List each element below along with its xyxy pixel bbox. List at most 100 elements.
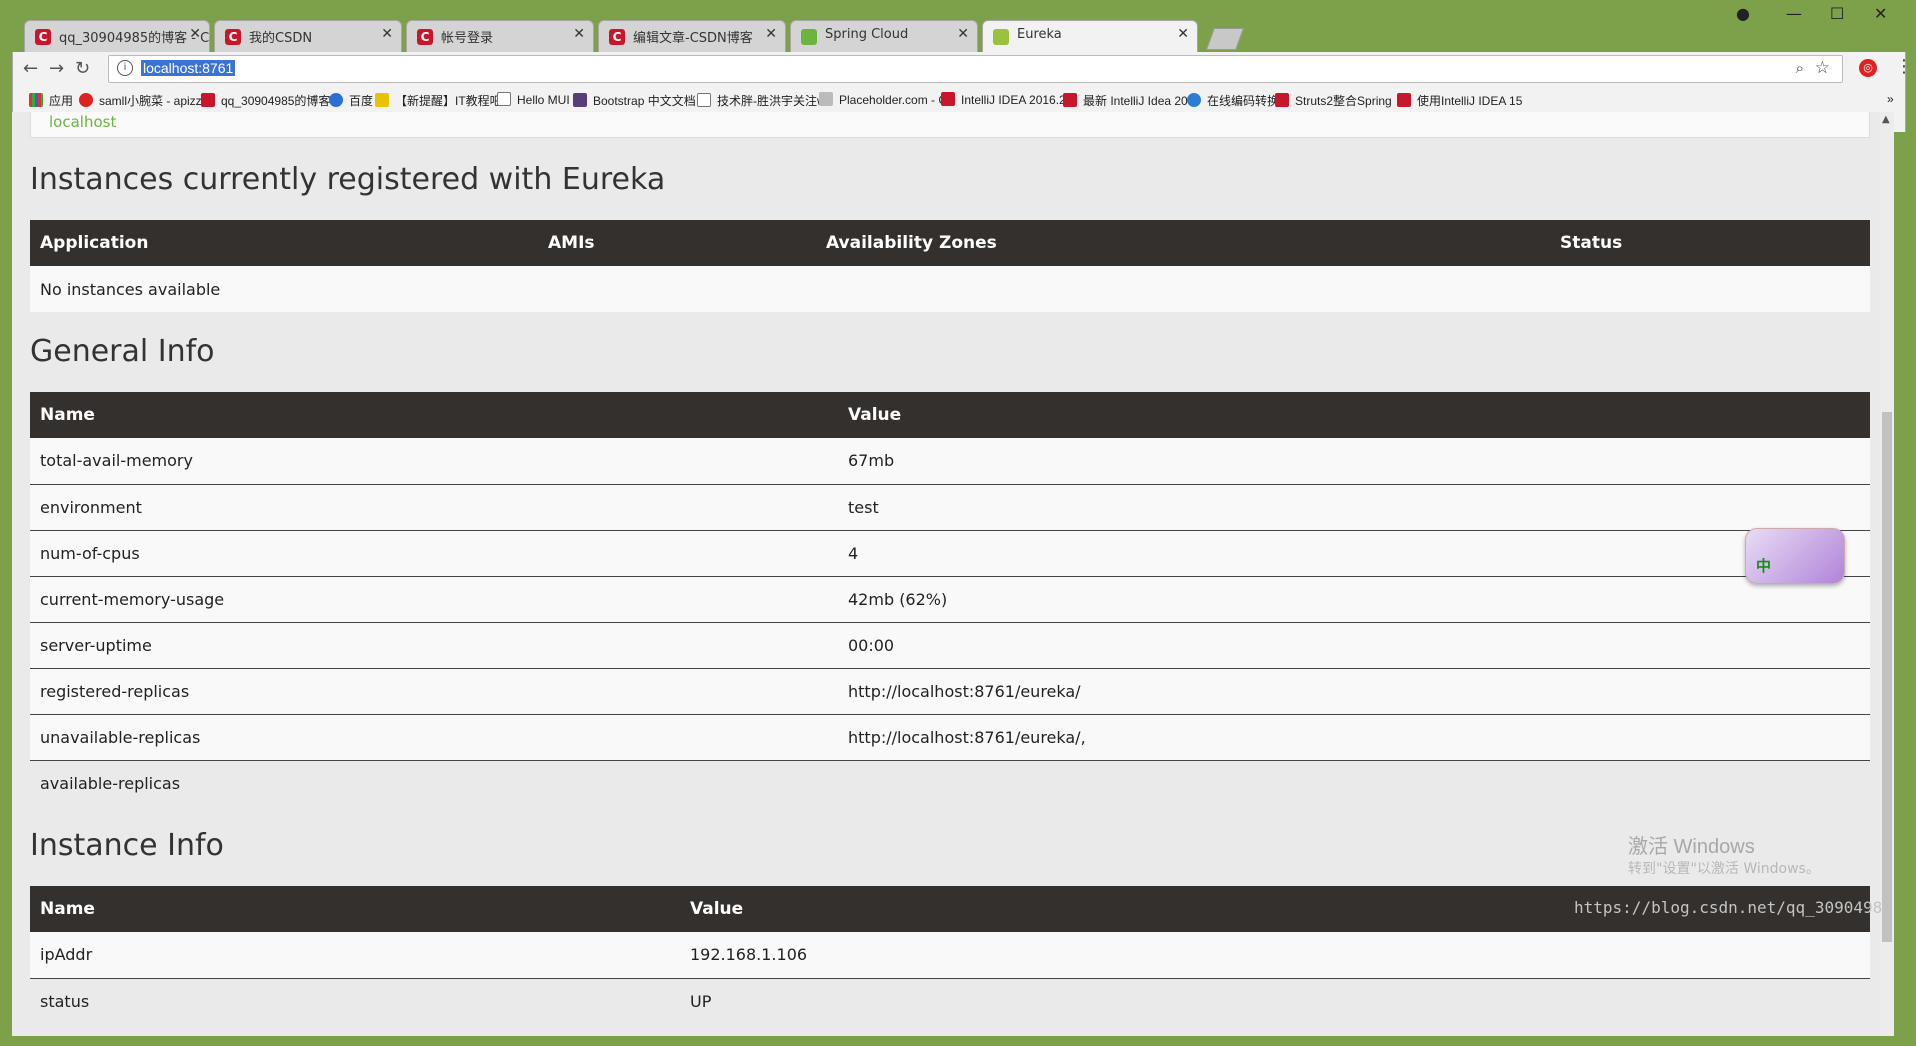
back-icon[interactable]: ← [23,58,38,79]
encoding-icon [1187,93,1201,107]
extension-icon[interactable]: ◎ [1859,59,1877,77]
csdn-icon [941,92,955,106]
table-row: ipAddr 192.168.1.106 [30,932,1870,979]
bookmark-item[interactable]: 百度 [329,92,373,109]
bookmark-item[interactable]: Struts2整合Spring [1275,92,1392,109]
bookmark-favicon-icon [79,93,93,107]
eureka-leaf-icon [993,29,1009,45]
apps-grid-icon [29,93,43,107]
bookmark-item[interactable]: Placeholder.com - C [819,92,947,107]
bookmark-item[interactable]: Hello MUI [497,92,570,107]
table-row: total-avail-memory 67mb [30,438,1870,485]
table-row: registered-replicas http://localhost:8761… [30,668,1870,715]
close-icon[interactable]: ✕ [957,26,969,42]
table-row: unavailable-replicas http://localhost:876… [30,714,1870,761]
close-window-icon[interactable]: ✕ [1874,4,1887,23]
bookmark-item[interactable]: Bootstrap 中文文档 [573,92,696,109]
tab-label: 帐号登录 [441,31,494,46]
close-icon[interactable]: ✕ [1177,26,1189,42]
close-icon[interactable]: ✕ [573,26,585,42]
column-header: Name [30,392,838,438]
close-icon[interactable]: ✕ [381,26,393,42]
csdn-icon [1063,93,1077,107]
csdn-icon: C [225,29,241,45]
forward-icon[interactable]: → [49,58,64,79]
tab-my-csdn[interactable]: C 我的CSDN ✕ [214,20,402,52]
scrollbar-thumb[interactable] [1882,412,1892,942]
tab-label: 编辑文章-CSDN博客 [633,31,753,46]
profile-icon[interactable]: ● [1736,4,1750,23]
bookmarks-overflow-icon[interactable]: » [1887,92,1894,106]
table-row: num-of-cpus 4 [30,530,1870,577]
page-icon [497,92,511,106]
it-icon [375,93,389,107]
minimize-icon[interactable]: — [1786,4,1802,23]
maximize-icon[interactable]: ☐ [1830,4,1844,23]
address-text[interactable]: localhost:8761 [141,60,236,76]
tab-label: qq_30904985的博客 - C [59,31,210,46]
host-label: localhost [49,113,117,131]
table-row: environment test [30,484,1870,531]
spring-icon [801,29,817,45]
tab-login[interactable]: C 帐号登录 ✕ [406,20,594,52]
bookmark-star-icon[interactable]: ☆ [1815,58,1830,78]
table-row: status UP [40,991,712,1011]
column-header: AMIs [538,220,816,266]
general-info-table: Name Value total-avail-memory 67mb enviro… [30,392,1870,806]
address-bar[interactable]: i localhost:8761 ⌕ ☆ [108,55,1843,83]
column-header: Status [1550,220,1870,266]
bookmarks-bar: 应用 samll小腕菜 - apizz qq_30904985的博客 百度 【新… [17,84,1897,114]
tab-qq-blog[interactable]: C qq_30904985的博客 - C ✕ [24,20,210,52]
close-icon[interactable]: ✕ [189,26,201,42]
browser-window: C qq_30904985的博客 - C ✕ C 我的CSDN ✕ C 帐号登录… [0,0,1916,1046]
tab-label: 我的CSDN [249,31,313,46]
csdn-icon: C [35,29,51,45]
tab-label: Spring Cloud [825,27,909,42]
bookmark-item[interactable]: 最新 IntelliJ Idea 20 [1063,92,1188,109]
csdn-icon [1275,93,1289,107]
table-row: current-memory-usage 42mb (62%) [30,576,1870,623]
tab-edit-article[interactable]: C 编辑文章-CSDN博客 ✕ [598,20,786,52]
instance-info-heading: Instance Info [30,828,224,863]
zoom-icon[interactable]: ⌕ [1796,59,1804,77]
tab-eureka[interactable]: Eureka ✕ [982,20,1198,52]
info-icon[interactable]: i [117,60,133,76]
new-tab-button[interactable] [1205,28,1245,50]
instances-heading: Instances currently registered with Eure… [30,162,666,197]
bookmark-item[interactable]: 技术胖-胜洪宇关注w [697,92,826,109]
csdn-icon [201,93,215,107]
bookmark-item[interactable]: samll小腕菜 - apizz [79,92,202,109]
baidu-paw-icon [329,93,343,107]
bootstrap-icon [573,93,587,107]
tab-strip: C qq_30904985的博客 - C ✕ C 我的CSDN ✕ C 帐号登录… [24,12,1644,52]
menu-icon[interactable]: ⋮ [1895,56,1913,77]
column-header: Availability Zones [816,220,1550,266]
ime-floating-widget[interactable]: 中 [1745,528,1845,584]
bookmark-apps[interactable]: 应用 [29,92,73,109]
page-icon [697,93,711,107]
general-info-heading: General Info [30,334,215,369]
csdn-icon [1397,93,1411,107]
column-header: Value [838,392,1870,438]
windows-activation-title: 激活 Windows [1628,836,1755,858]
placeholder-icon [819,92,833,106]
ime-label: 中 [1756,557,1772,575]
bookmark-item[interactable]: 在线编码转换 [1187,92,1279,109]
table-row: available-replicas [40,773,181,793]
column-header: Application [30,220,538,266]
reload-icon[interactable]: ↻ [75,58,90,79]
bookmark-item[interactable]: 【新提醒】IT教程吧- [375,92,506,109]
host-panel: localhost [30,112,1870,138]
tab-label: Eureka [1017,27,1062,42]
empty-row: No instances available [30,266,1870,312]
tab-spring-cloud[interactable]: Spring Cloud ✕ [790,20,978,52]
bookmark-item[interactable]: 使用IntelliJ IDEA 15 [1397,92,1522,109]
close-icon[interactable]: ✕ [765,26,777,42]
bookmark-item[interactable]: qq_30904985的博客 [201,92,330,109]
instances-table: Application AMIs Availability Zones Stat… [30,220,1870,312]
scroll-up-icon[interactable]: ▲ [1882,114,1890,125]
column-header: Name [30,886,680,932]
bookmark-item[interactable]: IntelliJ IDEA 2016.2 [941,92,1066,107]
csdn-icon: C [609,29,625,45]
blog-watermark: https://blog.csdn.net/qq_3090498 [1574,898,1883,917]
